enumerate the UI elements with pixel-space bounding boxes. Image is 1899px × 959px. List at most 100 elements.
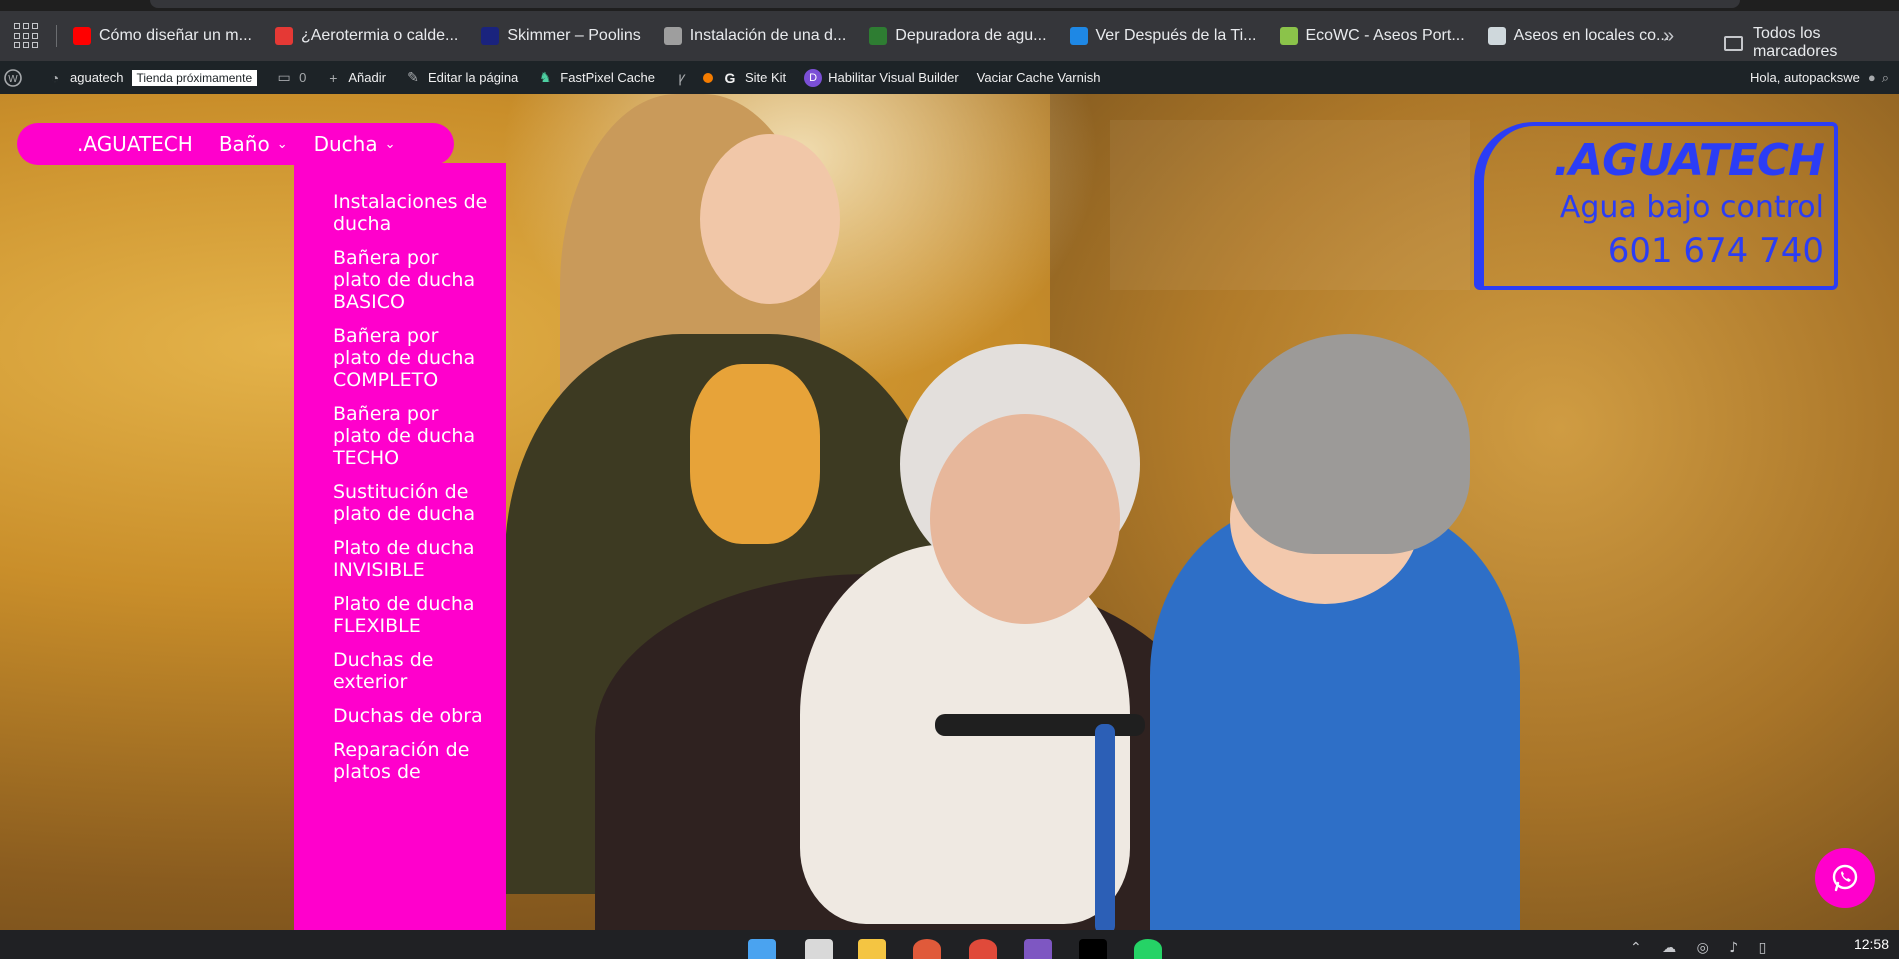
chevron-down-icon: ⌄ bbox=[276, 136, 288, 152]
add-new-link[interactable]: + Añadir bbox=[324, 69, 386, 87]
fastpixel-cache-link[interactable]: ♞ FastPixel Cache bbox=[536, 69, 655, 87]
shell-icon bbox=[1487, 27, 1506, 45]
site-name: aguatech bbox=[70, 70, 124, 85]
app-dark-icon[interactable] bbox=[1079, 939, 1107, 959]
youtube-icon bbox=[73, 27, 91, 45]
girl-face bbox=[700, 134, 840, 304]
wordpress-logo-button[interactable]: W bbox=[4, 68, 28, 87]
notepad-icon[interactable] bbox=[805, 939, 833, 959]
bookmark-item[interactable]: Cómo diseñar un m... bbox=[73, 27, 252, 45]
bookmark-label: Cómo diseñar un m... bbox=[99, 27, 252, 44]
svg-text:W: W bbox=[8, 74, 18, 85]
bookmark-label: Depuradora de agu... bbox=[895, 27, 1047, 44]
dropdown-item[interactable]: Duchas de obra bbox=[333, 705, 490, 727]
bookmark-item[interactable]: Skimmer – Poolins bbox=[481, 27, 641, 45]
nav-ducha-menu[interactable]: Ducha ⌄ bbox=[314, 132, 396, 156]
system-tray[interactable]: ⌃ ☁ ◎ ♪ ▯ bbox=[1630, 940, 1774, 956]
windows-taskbar: ⌃ ☁ ◎ ♪ ▯ 12:58 bbox=[0, 930, 1899, 959]
visual-builder-link[interactable]: D Habilitar Visual Builder bbox=[804, 68, 959, 87]
all-bookmarks-button[interactable]: Todos los marcadores bbox=[1724, 25, 1899, 61]
wp-admin-bar: W ◔ aguatech Tienda próximamente ▭ 0 + A… bbox=[0, 61, 1899, 94]
dropdown-item[interactable]: Bañera por plato de ducha TECHO bbox=[333, 403, 490, 469]
dropdown-item[interactable]: Bañera por plato de ducha COMPLETO bbox=[333, 325, 490, 391]
dropdown-item[interactable]: Bañera por plato de ducha BASICO bbox=[333, 247, 490, 313]
plus-icon: + bbox=[329, 69, 338, 86]
admin-bar-account[interactable]: Hola, autopackswe ● ⌕ bbox=[1750, 61, 1889, 94]
site-kit-label: Site Kit bbox=[744, 70, 787, 85]
address-bar-edge[interactable] bbox=[150, 0, 1740, 8]
browser-tab-strip bbox=[0, 0, 1899, 11]
nav-bano-label: Baño bbox=[218, 132, 270, 156]
bookmark-label: Skimmer – Poolins bbox=[507, 27, 641, 44]
poolins-icon bbox=[481, 27, 500, 45]
folder-icon bbox=[1724, 35, 1743, 51]
bookmark-item[interactable]: Instalación de una d... bbox=[663, 27, 847, 45]
bookmark-label: Ver Después de la Ti... bbox=[1095, 27, 1257, 44]
store-status-badge: Tienda próximamente bbox=[131, 69, 258, 86]
whatsapp-button[interactable] bbox=[1815, 848, 1875, 908]
visual-builder-label: Habilitar Visual Builder bbox=[828, 70, 959, 85]
logo-brand: .AGUATECH bbox=[1553, 135, 1825, 186]
apps-grid-icon[interactable] bbox=[14, 23, 40, 49]
windows-start-icon[interactable] bbox=[748, 939, 776, 959]
chrome-icon[interactable] bbox=[969, 939, 997, 959]
grandmother-face bbox=[930, 414, 1120, 624]
comment-bubble-icon: ▭ bbox=[277, 69, 291, 85]
yoast-menu[interactable]: ꝩ bbox=[673, 69, 713, 87]
bookmark-item[interactable]: Aseos en locales co... bbox=[1487, 27, 1669, 45]
pencil-icon: ✎ bbox=[407, 69, 419, 85]
bookmark-label: Instalación de una d... bbox=[689, 27, 847, 44]
comments-link[interactable]: ▭ 0 bbox=[275, 69, 307, 87]
bookmarks-separator bbox=[56, 25, 57, 47]
comments-count: 0 bbox=[299, 70, 307, 85]
site-name-link[interactable]: ◔ aguatech Tienda próximamente bbox=[46, 69, 258, 87]
divi-icon: D bbox=[804, 68, 823, 87]
dropdown-item[interactable]: Instalaciones de ducha bbox=[333, 191, 490, 235]
user-avatar-icon: ● bbox=[1867, 70, 1876, 85]
more-bookmarks-button[interactable]: » bbox=[1663, 25, 1674, 48]
yoast-icon: ꝩ bbox=[678, 69, 686, 85]
boy-hat bbox=[1230, 334, 1470, 554]
bookmarks-bar: Cómo diseñar un m... ¿Aerotermia o calde.… bbox=[0, 11, 1899, 61]
file-explorer-icon[interactable] bbox=[858, 939, 886, 959]
dropdown-item[interactable]: Plato de ducha FLEXIBLE bbox=[333, 593, 490, 637]
logo-tagline: Agua bajo control bbox=[1559, 190, 1824, 225]
logo-phone[interactable]: 601 674 740 bbox=[1484, 228, 1824, 274]
varnish-cache-link[interactable]: Vaciar Cache Varnish bbox=[977, 70, 1101, 85]
bookmark-item[interactable]: Ver Después de la Ti... bbox=[1069, 27, 1257, 45]
varnish-label: Vaciar Cache Varnish bbox=[976, 70, 1101, 85]
dropdown-item[interactable]: Plato de ducha INVISIBLE bbox=[333, 537, 490, 581]
nav-home-link[interactable]: .AGUATECH bbox=[77, 132, 193, 156]
user-greeting: Hola, autopackswe bbox=[1750, 70, 1860, 85]
add-new-label: Añadir bbox=[348, 70, 386, 85]
main-navigation: .AGUATECH Baño ⌄ Ducha ⌄ bbox=[17, 123, 454, 165]
image-icon bbox=[869, 27, 888, 45]
dashboard-icon: ◔ bbox=[50, 69, 60, 86]
dropdown-item[interactable]: Sustitución de plato de ducha bbox=[333, 481, 490, 525]
bookmark-label: EcoWC - Aseos Port... bbox=[1305, 27, 1465, 44]
girl-scarf bbox=[690, 364, 820, 544]
site-kit-link[interactable]: G Site Kit bbox=[721, 69, 786, 87]
whatsapp-desktop-icon[interactable] bbox=[1134, 939, 1162, 959]
edit-page-link[interactable]: ✎ Editar la página bbox=[404, 69, 518, 87]
dropdown-item[interactable]: Reparación de platos de bbox=[333, 739, 490, 783]
aguatech-logo-card: .AGUATECH Agua bajo control 601 674 740 bbox=[1474, 122, 1838, 290]
nav-home-label: .AGUATECH bbox=[77, 132, 193, 156]
wordpress-icon: W bbox=[4, 68, 22, 87]
bookmark-item[interactable]: ¿Aerotermia o calde... bbox=[274, 27, 458, 45]
app-purple-icon[interactable] bbox=[1024, 939, 1052, 959]
moon-logo-icon bbox=[274, 27, 293, 45]
all-bookmarks-label: Todos los marcadores bbox=[1752, 25, 1838, 60]
nav-bano-menu[interactable]: Baño ⌄ bbox=[219, 132, 288, 156]
taskbar-clock[interactable]: 12:58 bbox=[1854, 936, 1889, 952]
ecowc-icon bbox=[1279, 27, 1298, 45]
app-red-icon[interactable] bbox=[913, 939, 941, 959]
header-overlay bbox=[1110, 120, 1470, 290]
bookmark-item[interactable]: EcoWC - Aseos Port... bbox=[1279, 27, 1465, 45]
bookmark-item[interactable]: Depuradora de agu... bbox=[869, 27, 1047, 45]
dropdown-item[interactable]: Duchas de exterior bbox=[333, 649, 490, 693]
search-icon[interactable]: ⌕ bbox=[1882, 70, 1889, 86]
nav-ducha-label: Ducha bbox=[313, 132, 378, 156]
edge-icon bbox=[1069, 27, 1088, 45]
globe-icon bbox=[663, 27, 682, 45]
